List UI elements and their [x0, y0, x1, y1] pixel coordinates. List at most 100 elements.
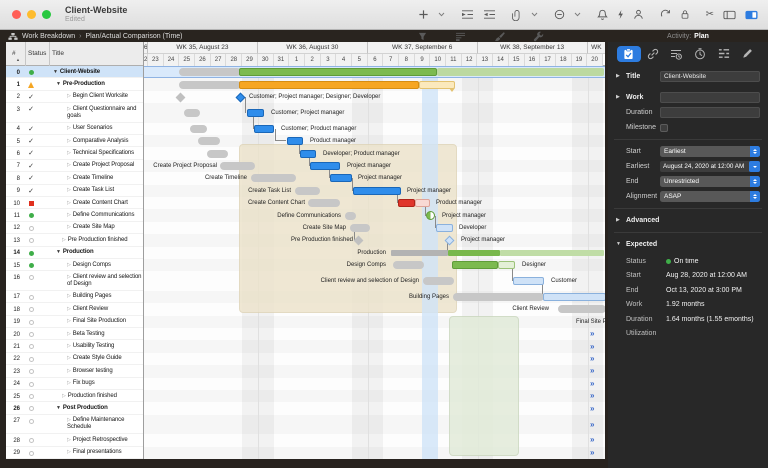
scheduled-bar[interactable]: [513, 277, 544, 285]
scissors-icon[interactable]: ✂: [706, 10, 714, 20]
plan-bar[interactable]: [190, 125, 207, 133]
activity-value[interactable]: Plan: [694, 33, 709, 40]
plan-milestone-diamond[interactable]: [176, 92, 186, 102]
offscreen-task-indicator[interactable]: »: [590, 392, 594, 400]
disclosure-triangle-icon[interactable]: ▼: [56, 81, 61, 87]
disclosure-triangle-icon[interactable]: ▷: [62, 237, 66, 243]
disclosure-triangle-icon[interactable]: ▷: [67, 449, 71, 455]
chevron-down-icon[interactable]: [574, 12, 581, 17]
plan-bar[interactable]: [184, 109, 200, 117]
table-row[interactable]: 8✓▷Create Timeline: [6, 172, 143, 184]
disclosure-triangle-icon[interactable]: ▷: [67, 306, 71, 312]
offscreen-task-indicator[interactable]: »: [590, 330, 594, 338]
disclosure-triangle-icon[interactable]: ▷: [67, 293, 71, 299]
offscreen-task-indicator[interactable]: »: [590, 343, 594, 351]
projected-bar[interactable]: [437, 68, 604, 76]
actual-bar[interactable]: [239, 68, 437, 76]
table-row[interactable]: 27▷Define Maintenance Schedule: [6, 415, 143, 434]
table-row[interactable]: 14▼Production: [6, 247, 143, 259]
earliest-date-field[interactable]: August 24, 2020 at 12:00 AM: [660, 161, 760, 172]
disclosure-triangle-icon[interactable]: ▷: [67, 318, 71, 324]
plan-bar[interactable]: [179, 81, 241, 89]
disclosure-icon[interactable]: ▶: [616, 217, 620, 223]
scheduled-bar[interactable]: [436, 224, 453, 232]
plan-bar[interactable]: [423, 277, 454, 285]
actual-bar[interactable]: [452, 261, 498, 269]
offscreen-task-indicator[interactable]: »: [590, 449, 594, 457]
disclosure-triangle-icon[interactable]: ▷: [67, 417, 71, 423]
table-row[interactable]: 23▷Browser testing: [6, 365, 143, 377]
inspector-toggle-icon[interactable]: [745, 10, 758, 20]
table-row[interactable]: 17▷Building Pages: [6, 291, 143, 303]
notes-tab[interactable]: [735, 46, 759, 62]
disclosure-triangle-icon[interactable]: ▷: [67, 380, 71, 386]
plan-bar[interactable]: [393, 261, 424, 269]
table-row[interactable]: 21▷Usability Testing: [6, 340, 143, 352]
outdent-icon[interactable]: [483, 9, 496, 20]
scheduling-tab[interactable]: [688, 46, 712, 62]
plan-bar[interactable]: [350, 224, 370, 232]
disclosure-icon[interactable]: ▼: [616, 241, 621, 247]
minimize-button[interactable]: [27, 10, 36, 19]
offscreen-task-indicator[interactable]: »: [590, 405, 594, 413]
warning-projection-bar[interactable]: [419, 81, 455, 89]
projected-bar[interactable]: [498, 261, 515, 269]
plan-bar[interactable]: [251, 174, 296, 182]
disclosure-triangle-icon[interactable]: ▷: [67, 162, 71, 168]
disclosure-triangle-icon[interactable]: ▼: [56, 405, 61, 411]
lock-icon[interactable]: [680, 9, 690, 20]
actual-bar[interactable]: [254, 125, 274, 133]
offscreen-task-indicator[interactable]: »: [590, 421, 594, 429]
table-row[interactable]: 16▷Client review and selection of Design: [6, 271, 143, 290]
tools-icon[interactable]: [533, 31, 544, 42]
plan-bar[interactable]: [308, 199, 340, 207]
custom-data-tab[interactable]: [712, 46, 736, 62]
table-row[interactable]: 1▼Pre-Production: [6, 78, 143, 90]
disclosure-triangle-icon[interactable]: ▷: [67, 200, 71, 206]
title-input[interactable]: [660, 71, 760, 82]
table-row[interactable]: 0▼Client-Website: [6, 66, 143, 78]
disclosure-triangle-icon[interactable]: ▷: [67, 138, 71, 144]
table-row[interactable]: 9✓▷Create Task List: [6, 185, 143, 197]
notifications-icon[interactable]: [597, 9, 608, 20]
end-dropdown[interactable]: Unrestricted: [660, 176, 760, 187]
plan-bar[interactable]: [345, 212, 356, 220]
milestone-checkbox[interactable]: [660, 124, 668, 132]
table-row[interactable]: 7✓▷Create Project Proposal: [6, 160, 143, 172]
table-row[interactable]: 19▷Final Site Production: [6, 316, 143, 328]
actual-bar[interactable]: [247, 109, 264, 117]
table-row[interactable]: 10▷Create Content Chart: [6, 197, 143, 209]
offscreen-task-indicator[interactable]: »: [590, 355, 594, 363]
sync-icon[interactable]: [660, 9, 671, 20]
table-row[interactable]: 4✓▷User Scenarios: [6, 123, 143, 135]
table-row[interactable]: 6✓▷Technical Specifications: [6, 147, 143, 159]
offscreen-task-indicator[interactable]: »: [590, 367, 594, 375]
remove-icon[interactable]: [554, 9, 565, 20]
breadcrumb-item-work-breakdown[interactable]: Work Breakdown: [22, 33, 75, 40]
actual-bar[interactable]: [300, 150, 316, 158]
style-brush-icon[interactable]: [494, 31, 505, 42]
disclosure-triangle-icon[interactable]: ▷: [67, 93, 71, 99]
disclosure-triangle-icon[interactable]: ▼: [56, 249, 61, 255]
disclosure-triangle-icon[interactable]: ▼: [53, 69, 58, 75]
connections-tab[interactable]: [641, 46, 665, 62]
filter-icon[interactable]: [418, 32, 427, 41]
alignment-dropdown[interactable]: ASAP: [660, 191, 760, 202]
actual-bar[interactable]: [310, 162, 340, 170]
table-row[interactable]: 29▷Final presentations: [6, 447, 143, 459]
disclosure-triangle-icon[interactable]: ▷: [67, 355, 71, 361]
table-row[interactable]: 12▷Create Site Map: [6, 222, 143, 234]
actual-bar[interactable]: [330, 174, 352, 182]
plan-group-bar[interactable]: [391, 250, 448, 256]
disclosure-triangle-icon[interactable]: ▷: [67, 187, 71, 193]
column-header-number[interactable]: #: [12, 50, 16, 57]
disclosure-triangle-icon[interactable]: ▷: [67, 212, 71, 218]
disclosure-triangle-icon[interactable]: ▷: [67, 368, 71, 374]
late-projection-bar[interactable]: [415, 199, 430, 207]
late-bar[interactable]: [398, 199, 415, 207]
table-row[interactable]: 5✓▷Comparative Analysis: [6, 135, 143, 147]
table-row[interactable]: 18▷Client Review: [6, 303, 143, 315]
actual-bar[interactable]: [287, 137, 303, 145]
scheduled-bar[interactable]: [543, 293, 605, 301]
table-row[interactable]: 3✓▷Client Questionnaire and goals: [6, 103, 143, 122]
